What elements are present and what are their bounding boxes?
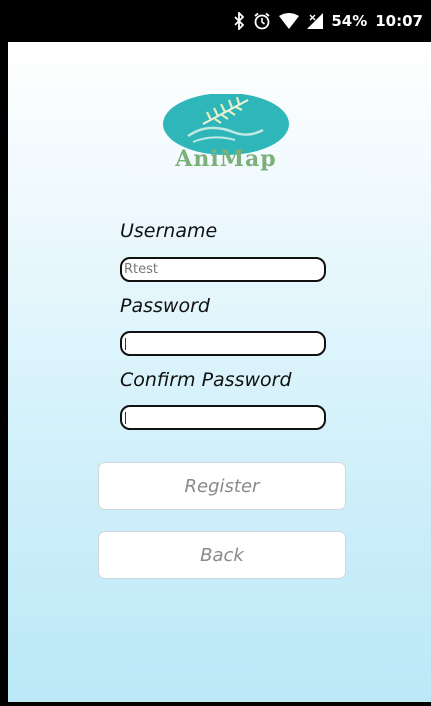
- text-cursor: [125, 337, 126, 350]
- username-label: Username: [120, 220, 218, 242]
- register-screen: AniMap Username Rtest Password Confirm P…: [8, 42, 431, 702]
- wifi-icon: [279, 13, 300, 29]
- bluetooth-icon: [233, 12, 245, 30]
- username-field[interactable]: Rtest: [120, 257, 326, 282]
- signal-icon: [307, 13, 324, 29]
- clock: 10:07: [375, 12, 423, 30]
- phone-frame: 54% 10:07 AniMap Username Rtest Password…: [0, 0, 431, 706]
- register-button[interactable]: Register: [98, 462, 346, 510]
- status-icons: 54% 10:07: [233, 11, 423, 31]
- status-bar: 54% 10:07: [0, 0, 431, 42]
- password-label: Password: [120, 295, 210, 317]
- battery-percent: 54%: [331, 12, 368, 30]
- confirm-password-field[interactable]: [120, 405, 326, 430]
- password-field[interactable]: [120, 331, 326, 356]
- logo-text: AniMap: [175, 146, 277, 172]
- alarm-icon: [253, 12, 271, 30]
- confirm-password-label: Confirm Password: [120, 369, 292, 391]
- text-cursor: [125, 411, 126, 424]
- back-button[interactable]: Back: [98, 531, 346, 579]
